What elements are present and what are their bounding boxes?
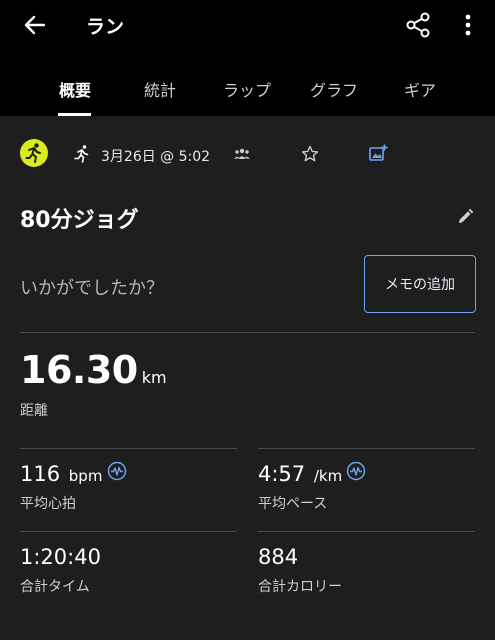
page-title: ラン: [86, 16, 125, 38]
avg-heart-rate-value: 116: [20, 462, 61, 486]
divider: [20, 531, 237, 532]
add-memo-button[interactable]: メモの追加: [364, 255, 476, 313]
add-photo-icon[interactable]: [368, 143, 388, 163]
tab-overview[interactable]: 概要: [40, 70, 110, 116]
arrow-left-icon: [24, 15, 46, 35]
tab-bar: 概要 統計 ラップ グラフ ギア: [0, 70, 495, 116]
tab-label: ラップ: [222, 81, 271, 100]
divider: [258, 448, 475, 449]
more-vert-icon: [465, 14, 471, 36]
tab-graphs[interactable]: グラフ: [294, 70, 374, 116]
tab-label: ギア: [403, 81, 436, 100]
tab-label: 統計: [143, 81, 176, 100]
activity-type-badge[interactable]: [20, 139, 48, 167]
star-icon[interactable]: [300, 144, 320, 164]
tab-stats[interactable]: 統計: [125, 70, 195, 116]
avg-pace-value-group: 4:57 /km: [258, 462, 342, 486]
runner-icon: [25, 143, 41, 163]
total-calories-value: 884: [258, 545, 299, 569]
app-bar: ラン 概要 統計 ラップ グラフ ギア: [0, 0, 495, 116]
total-time-label: 合計タイム: [20, 579, 90, 595]
tab-gear[interactable]: ギア: [385, 70, 455, 116]
more-options-button[interactable]: [456, 8, 480, 42]
group-icon[interactable]: [233, 147, 251, 161]
heart-rate-icon[interactable]: [107, 461, 127, 481]
avg-heart-rate-unit: bpm: [68, 467, 103, 485]
distance-value-group: 16.30 km: [20, 348, 167, 392]
active-tab-indicator: [58, 113, 91, 116]
tab-label: グラフ: [309, 81, 358, 100]
divider: [20, 448, 237, 449]
distance-value: 16.30: [20, 348, 138, 392]
pace-chart-icon[interactable]: [346, 461, 366, 481]
activity-title: 80分ジョグ: [20, 208, 139, 233]
avg-heart-rate-value-group: 116 bpm: [20, 462, 102, 486]
activity-date: 3月26日 @ 5:02: [101, 149, 211, 165]
back-button[interactable]: [18, 8, 52, 42]
avg-pace-label: 平均ペース: [258, 496, 328, 512]
tab-label: 概要: [58, 81, 91, 100]
avg-heart-rate-label: 平均心拍: [20, 496, 76, 512]
avg-pace-unit: /km: [313, 467, 343, 485]
distance-label: 距離: [20, 403, 48, 419]
divider: [20, 332, 475, 333]
share-button[interactable]: [402, 8, 434, 42]
pencil-icon[interactable]: [456, 208, 474, 226]
note-prompt[interactable]: いかがでしたか？: [20, 274, 164, 300]
share-icon: [406, 12, 430, 38]
total-calories-label: 合計カロリー: [258, 579, 342, 595]
tab-laps[interactable]: ラップ: [208, 70, 286, 116]
avg-pace-value: 4:57: [258, 462, 306, 486]
activity-meta-row: 3月26日 @ 5:02: [0, 134, 495, 174]
distance-unit: km: [141, 368, 167, 387]
running-icon: [74, 145, 89, 163]
divider: [258, 531, 475, 532]
total-time-value: 1:20:40: [20, 545, 101, 569]
